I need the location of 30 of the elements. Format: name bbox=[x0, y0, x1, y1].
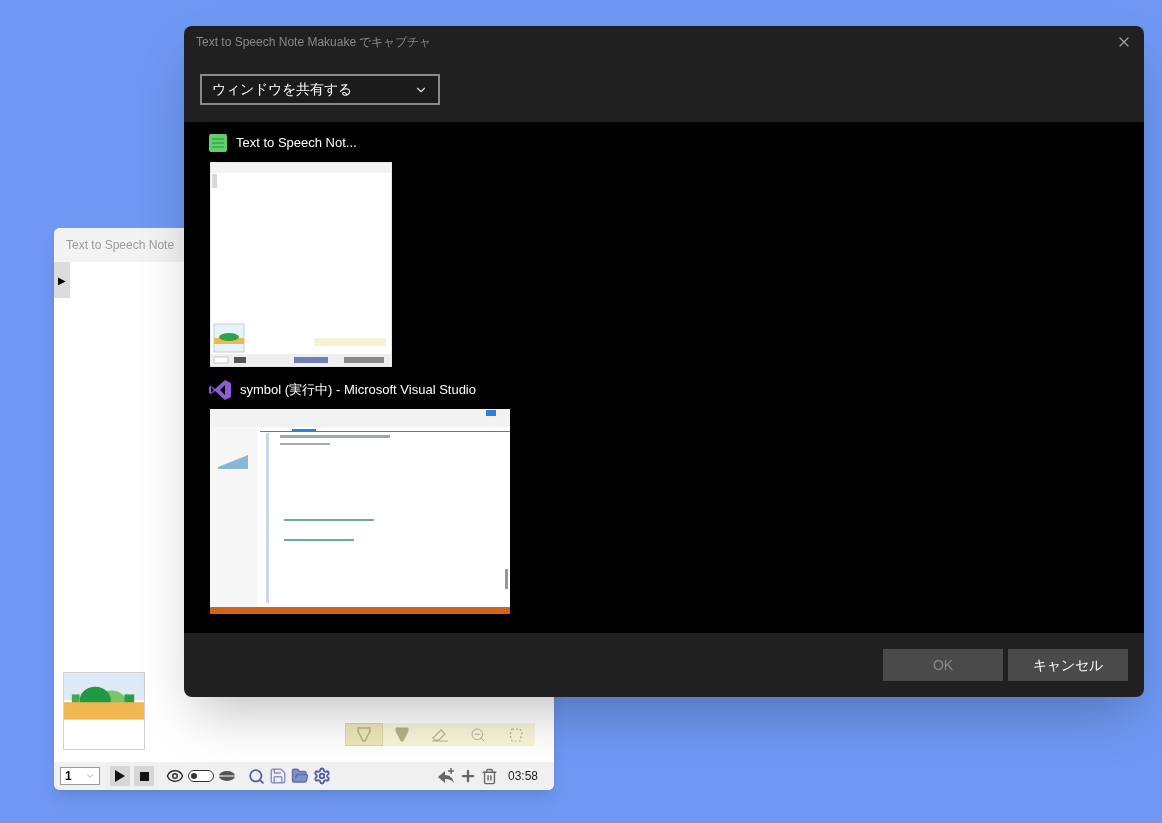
studio-icon bbox=[208, 379, 232, 401]
save-icon[interactable] bbox=[269, 767, 287, 785]
chevron-down-icon bbox=[85, 771, 95, 781]
play-button[interactable] bbox=[110, 766, 130, 786]
settings-icon[interactable] bbox=[313, 767, 331, 785]
window-title: Text to Speech Note bbox=[66, 237, 175, 254]
sidebar-toggle[interactable]: ▶ bbox=[54, 262, 70, 298]
window-name: Text to Speech Not... bbox=[236, 134, 357, 153]
eraser-icon bbox=[431, 727, 449, 742]
lasso-icon bbox=[508, 726, 524, 743]
page-select[interactable]: 1 bbox=[60, 767, 100, 785]
dialog-button[interactable]: キャンセル bbox=[1008, 649, 1128, 681]
eye-icon[interactable] bbox=[166, 767, 184, 785]
stop-icon bbox=[139, 771, 149, 781]
window-name: symbol (実行中) - Microsoft Visual Studio bbox=[240, 381, 476, 400]
lips-icon[interactable] bbox=[218, 770, 236, 782]
zoom-out-icon bbox=[470, 726, 486, 743]
play-icon bbox=[115, 770, 125, 782]
pen-icon bbox=[395, 726, 409, 743]
pen-icon bbox=[357, 726, 371, 743]
source-select[interactable]: ウィンドウを共有する bbox=[200, 74, 440, 105]
notepad-icon bbox=[208, 133, 228, 153]
dialog-title: Text to Speech Note Makuake でキャプチャ bbox=[196, 34, 432, 51]
stop-button[interactable] bbox=[134, 766, 154, 786]
folder-icon[interactable] bbox=[291, 767, 309, 785]
reply-plus-icon[interactable] bbox=[436, 768, 455, 784]
trash-icon[interactable] bbox=[480, 767, 498, 785]
voice-toggle[interactable] bbox=[188, 770, 214, 782]
search-icon[interactable] bbox=[248, 767, 265, 785]
time-label: 03:58 bbox=[507, 768, 538, 785]
